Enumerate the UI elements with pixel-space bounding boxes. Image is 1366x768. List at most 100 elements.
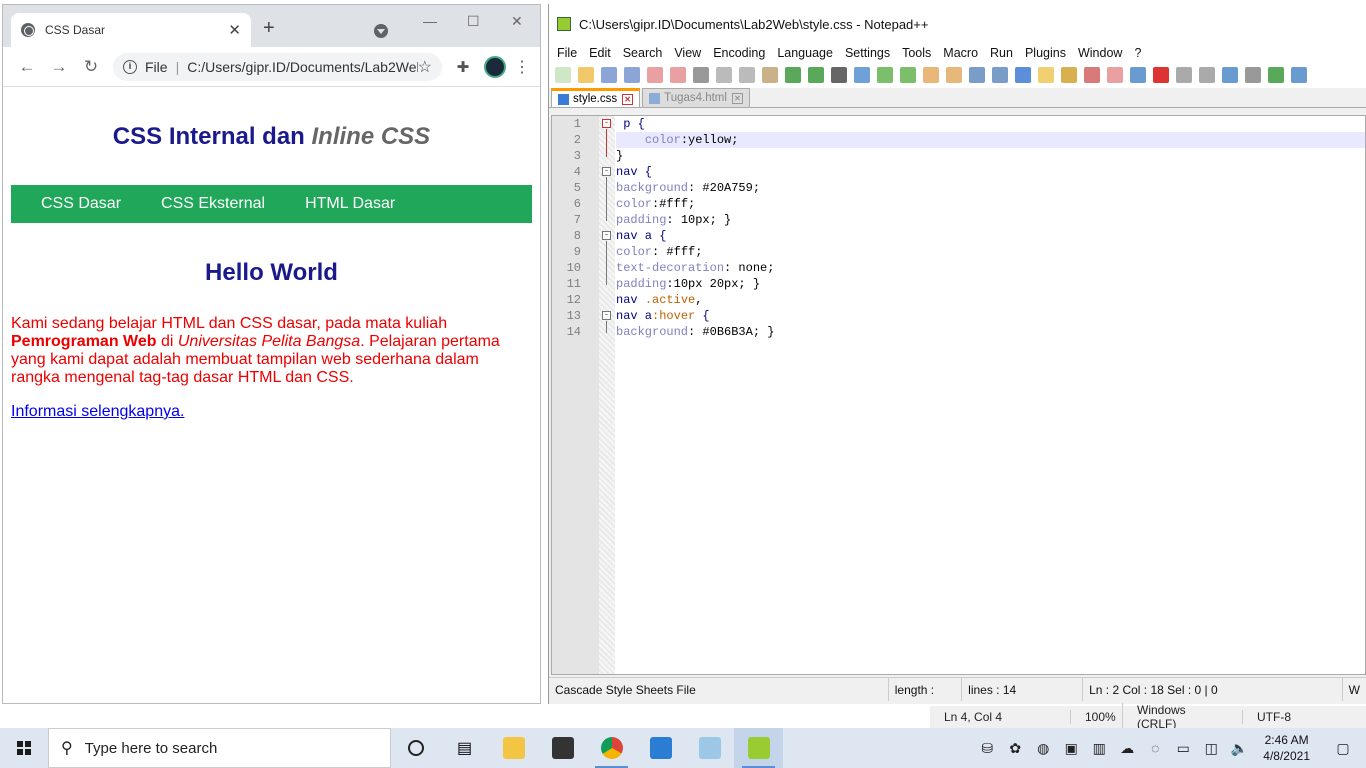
usb-icon[interactable]: ⛁ [973, 740, 1001, 757]
volume-icon[interactable]: 🔈 [1225, 740, 1253, 757]
app-tray-icon[interactable]: ▥ [1085, 740, 1113, 757]
word-button[interactable] [636, 728, 685, 768]
fold-minus-icon[interactable]: - [602, 119, 611, 128]
kebab-menu-icon[interactable]: ⋮ [512, 57, 532, 77]
display-icon[interactable]: ▣ [1057, 740, 1085, 757]
close-all-icon[interactable] [670, 67, 686, 83]
nav-link-css-eksternal[interactable]: CSS Eksternal [141, 195, 285, 213]
menu-run[interactable]: Run [990, 46, 1013, 60]
menu-help[interactable]: ? [1134, 46, 1141, 60]
code-editor[interactable]: 1 2 3 4 5 6 7 8 9 10 11 12 13 14 - - - -… [551, 115, 1366, 675]
nav-link-html-dasar[interactable]: HTML Dasar [285, 195, 415, 213]
find-icon[interactable] [831, 67, 847, 83]
fold-minus-icon[interactable]: - [602, 311, 611, 320]
nav-link-css-dasar[interactable]: CSS Dasar [21, 195, 141, 213]
code-line-4: nav { [616, 164, 1365, 180]
copy-icon[interactable] [739, 67, 755, 83]
toolbar-more-icon[interactable] [1291, 67, 1307, 83]
taskbar-search[interactable]: ⚲ Type here to search [48, 728, 391, 768]
lang-icon[interactable] [1038, 67, 1054, 83]
word-wrap-icon[interactable] [969, 67, 985, 83]
profile-avatar[interactable] [484, 55, 506, 78]
zoom-out-icon[interactable] [900, 67, 916, 83]
save-all-icon[interactable] [624, 67, 640, 83]
bookmark-star-icon[interactable]: ☆ [418, 57, 432, 77]
fold-minus-icon[interactable]: - [602, 231, 611, 240]
menu-edit[interactable]: Edit [589, 46, 611, 60]
menu-tools[interactable]: Tools [902, 46, 931, 60]
fold-minus-icon[interactable]: - [602, 167, 611, 176]
store-button[interactable] [538, 728, 587, 768]
redo-icon[interactable] [808, 67, 824, 83]
play-macro-icon[interactable] [1199, 67, 1215, 83]
save-macro-icon[interactable] [1245, 67, 1261, 83]
maximize-button[interactable]: ☐ [467, 13, 480, 30]
paste-icon[interactable] [762, 67, 778, 83]
close-tab-icon[interactable]: ✕ [228, 21, 241, 39]
tab-style-css[interactable]: style.css ✕ [551, 88, 641, 107]
more-info-link[interactable]: Informasi selengkapnya. [11, 403, 184, 420]
print-icon[interactable] [693, 67, 709, 83]
extensions-icon[interactable]: ✚ [448, 58, 478, 76]
browser-tab[interactable]: CSS Dasar ✕ [11, 13, 251, 47]
network-app-icon[interactable]: ✿ [1001, 740, 1029, 757]
back-icon[interactable]: ← [11, 57, 43, 77]
menu-window[interactable]: Window [1078, 46, 1122, 60]
cortana-button[interactable] [391, 728, 440, 768]
undo-icon[interactable] [785, 67, 801, 83]
close-tab-icon[interactable]: ✕ [622, 93, 634, 105]
sync-v-icon[interactable] [923, 67, 939, 83]
zoom-in-icon[interactable] [877, 67, 893, 83]
start-button[interactable] [0, 728, 48, 768]
tab-tugas4-html[interactable]: Tugas4.html ✕ [642, 88, 750, 107]
save-icon[interactable] [601, 67, 617, 83]
doc-map-icon[interactable] [1061, 67, 1077, 83]
battery-icon[interactable]: ▭ [1169, 740, 1197, 757]
close-tab-icon[interactable]: ✕ [731, 92, 743, 104]
notepadpp-taskbar-button[interactable] [734, 728, 783, 768]
menu-settings[interactable]: Settings [845, 46, 890, 60]
clock[interactable]: 2:46 AM 4/8/2021 [1253, 732, 1320, 764]
show-all-chars-icon[interactable] [992, 67, 1008, 83]
forward-icon[interactable]: → [43, 57, 75, 77]
line-number: 11 [566, 277, 581, 291]
open-file-icon[interactable] [578, 67, 594, 83]
menu-language[interactable]: Language [777, 46, 833, 60]
folder-workspace-icon[interactable] [1107, 67, 1123, 83]
monitor-icon[interactable] [1130, 67, 1146, 83]
skype-icon[interactable]: ◌ [1141, 740, 1169, 756]
info-icon[interactable]: i [123, 59, 137, 74]
menu-search[interactable]: Search [623, 46, 663, 60]
run-macro-multiple-icon[interactable] [1222, 67, 1238, 83]
menu-macro[interactable]: Macro [943, 46, 978, 60]
edge-icon[interactable]: ◍ [1029, 740, 1057, 757]
close-icon[interactable] [647, 67, 663, 83]
cut-icon[interactable] [716, 67, 732, 83]
minimize-button[interactable]: — [423, 13, 437, 29]
menu-plugins[interactable]: Plugins [1025, 46, 1066, 60]
notepad-button[interactable] [685, 728, 734, 768]
tab-search-icon[interactable] [374, 24, 388, 38]
onedrive-icon[interactable]: ☁ [1113, 740, 1141, 757]
omnibox[interactable]: i File | C:/Users/gipr.ID/Documents/Lab2… [113, 52, 442, 81]
wifi-icon[interactable]: ◫ [1197, 740, 1225, 757]
menu-file[interactable]: File [557, 46, 577, 60]
menu-view[interactable]: View [674, 46, 701, 60]
close-window-button[interactable]: ✕ [511, 13, 523, 30]
replace-icon[interactable] [854, 67, 870, 83]
record-macro-icon[interactable] [1153, 67, 1169, 83]
file-explorer-button[interactable] [489, 728, 538, 768]
indent-guide-icon[interactable] [1015, 67, 1031, 83]
new-tab-button[interactable]: + [263, 17, 275, 40]
code-token: } [616, 149, 624, 163]
notification-icon[interactable]: ▢ [1320, 740, 1366, 757]
spell-check-icon[interactable] [1268, 67, 1284, 83]
sync-h-icon[interactable] [946, 67, 962, 83]
stop-macro-icon[interactable] [1176, 67, 1192, 83]
task-view-button[interactable]: ▤ [440, 728, 489, 768]
new-file-icon[interactable] [555, 67, 571, 83]
reload-icon[interactable]: ↻ [75, 57, 107, 77]
chrome-taskbar-button[interactable] [587, 728, 636, 768]
menu-encoding[interactable]: Encoding [713, 46, 765, 60]
function-list-icon[interactable] [1084, 67, 1100, 83]
